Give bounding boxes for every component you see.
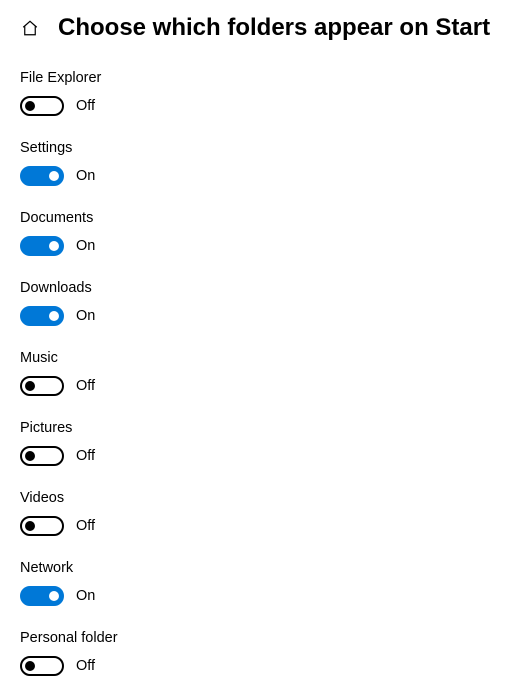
toggle-pictures[interactable] (20, 446, 64, 466)
toggle-state-text: On (76, 308, 95, 324)
toggle-documents[interactable] (20, 236, 64, 256)
home-icon (21, 19, 39, 42)
toggle-settings[interactable] (20, 166, 64, 186)
setting-label: Videos (20, 490, 507, 506)
toggle-row: Off (20, 516, 507, 536)
toggle-state-text: On (76, 168, 95, 184)
toggle-knob (49, 241, 59, 251)
toggle-downloads[interactable] (20, 306, 64, 326)
toggle-state-text: Off (76, 658, 95, 674)
toggle-row: On (20, 166, 507, 186)
toggle-knob (49, 591, 59, 601)
setting-label: Pictures (20, 420, 507, 436)
page-title: Choose which folders appear on Start (58, 14, 490, 42)
header: Choose which folders appear on Start (0, 0, 527, 42)
toggle-row: On (20, 236, 507, 256)
setting-personal-folder: Personal folder Off (20, 630, 507, 676)
setting-network: Network On (20, 560, 507, 606)
setting-settings: Settings On (20, 140, 507, 186)
setting-label: Settings (20, 140, 507, 156)
setting-file-explorer: File Explorer Off (20, 70, 507, 116)
toggle-knob (25, 381, 35, 391)
setting-pictures: Pictures Off (20, 420, 507, 466)
setting-label: Network (20, 560, 507, 576)
toggle-state-text: Off (76, 448, 95, 464)
settings-list: File ExplorerOffSettingsOnDocumentsOnDow… (0, 42, 527, 676)
toggle-personal-folder[interactable] (20, 656, 64, 676)
toggle-row: On (20, 586, 507, 606)
toggle-row: Off (20, 656, 507, 676)
toggle-knob (25, 521, 35, 531)
toggle-knob (25, 451, 35, 461)
toggle-music[interactable] (20, 376, 64, 396)
setting-videos: Videos Off (20, 490, 507, 536)
toggle-knob (25, 101, 35, 111)
toggle-row: Off (20, 376, 507, 396)
toggle-row: Off (20, 446, 507, 466)
toggle-knob (49, 311, 59, 321)
toggle-state-text: On (76, 238, 95, 254)
toggle-row: Off (20, 96, 507, 116)
toggle-state-text: Off (76, 518, 95, 534)
toggle-knob (25, 661, 35, 671)
setting-label: Downloads (20, 280, 507, 296)
toggle-state-text: Off (76, 98, 95, 114)
toggle-state-text: Off (76, 378, 95, 394)
toggle-state-text: On (76, 588, 95, 604)
setting-music: Music Off (20, 350, 507, 396)
setting-documents: Documents On (20, 210, 507, 256)
home-button[interactable] (20, 20, 40, 40)
setting-label: Documents (20, 210, 507, 226)
toggle-network[interactable] (20, 586, 64, 606)
toggle-row: On (20, 306, 507, 326)
toggle-videos[interactable] (20, 516, 64, 536)
setting-label: Music (20, 350, 507, 366)
toggle-file-explorer[interactable] (20, 96, 64, 116)
setting-label: File Explorer (20, 70, 507, 86)
setting-downloads: Downloads On (20, 280, 507, 326)
setting-label: Personal folder (20, 630, 507, 646)
toggle-knob (49, 171, 59, 181)
